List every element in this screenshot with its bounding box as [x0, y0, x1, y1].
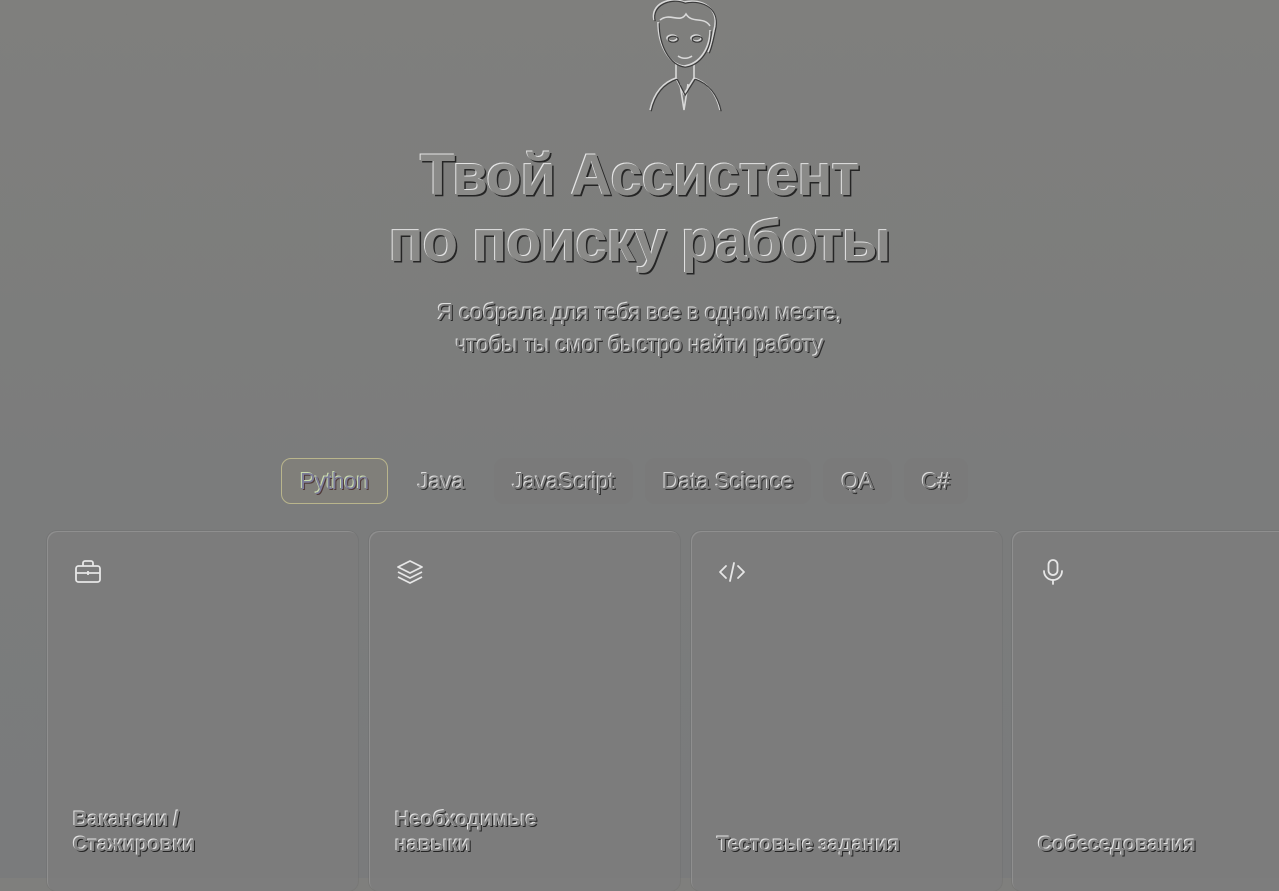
page-subtitle: Я собрала для тебя все в одном месте, чт…	[0, 296, 1279, 360]
tab-java[interactable]: Java	[400, 458, 483, 504]
card-test-tasks[interactable]: Тестовые задания	[691, 531, 1002, 891]
card-interviews[interactable]: Собеседования	[1012, 531, 1279, 891]
tab-python[interactable]: Python	[281, 458, 388, 504]
assistant-avatar	[649, 0, 722, 112]
card-label: Собеседования	[1038, 833, 1196, 856]
tab-csharp[interactable]: C#	[903, 458, 969, 504]
title-line-2: по поиску работы	[388, 209, 892, 274]
card-skills[interactable]: Необходимые навыки	[369, 531, 680, 891]
card-label: Вакансии / Стажировки	[73, 808, 195, 856]
tab-javascript[interactable]: JavaScript	[494, 458, 633, 504]
subtitle-line-2: чтобы ты смог быстро найти работу	[455, 331, 824, 357]
microphone-icon	[1043, 559, 1063, 585]
page-title: Твой Ассистент по поиску работы	[0, 143, 1279, 275]
layers-icon	[397, 560, 423, 584]
card-label: Необходимые навыки	[395, 808, 537, 856]
language-tabs: Python Java JavaScript Data Science QA C…	[281, 458, 969, 504]
briefcase-icon	[75, 560, 101, 583]
title-line-1: Твой Ассистент	[420, 143, 860, 208]
code-icon	[719, 562, 745, 582]
card-vacancies[interactable]: Вакансии / Стажировки	[47, 531, 358, 891]
tab-data-science[interactable]: Data Science	[644, 458, 812, 504]
subtitle-line-1: Я собрала для тебя все в одном месте,	[437, 299, 842, 325]
tab-qa[interactable]: QA	[823, 458, 892, 504]
card-label: Тестовые задания	[717, 833, 900, 856]
